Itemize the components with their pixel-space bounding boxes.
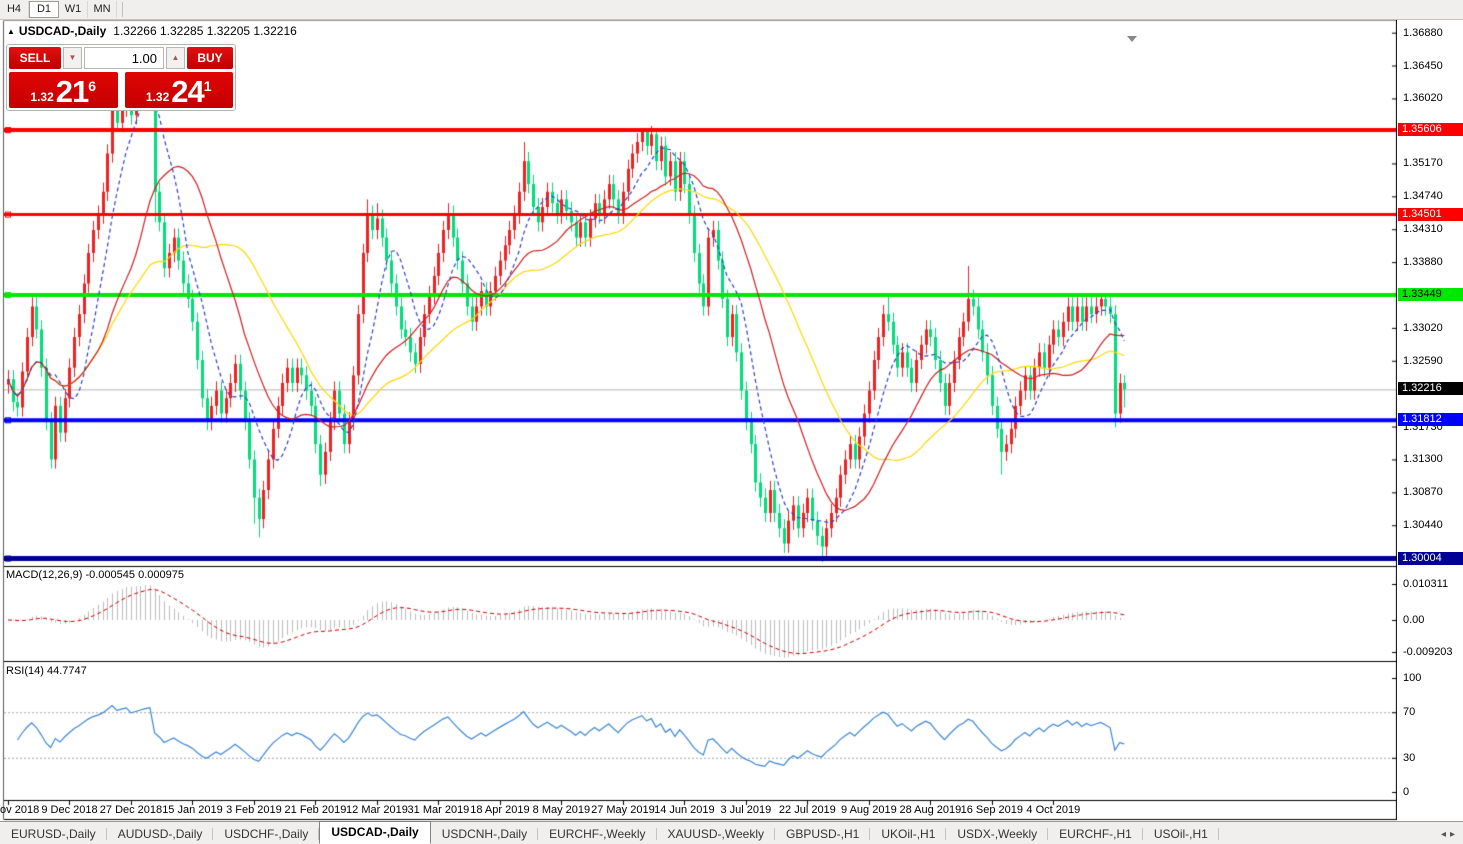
volume-input[interactable] xyxy=(84,47,164,69)
volume-decrease-button[interactable]: ▼ xyxy=(63,47,82,69)
date-axis-label: 20 Nov 2018 xyxy=(0,804,40,816)
buy-button[interactable]: BUY xyxy=(187,47,233,69)
rsi-axis-tick: 0 xyxy=(1403,786,1410,798)
triangle-up-icon: ▲ xyxy=(171,53,180,62)
date-axis-label: 15 Jan 2019 xyxy=(162,804,223,816)
collapse-arrow-icon[interactable]: ▲ xyxy=(7,27,15,36)
price-axis-tick: 1.36020 xyxy=(1403,92,1443,105)
timeframe-toolbar: H4 D1 W1 MN xyxy=(0,0,1463,20)
price-axis-tick: 1.31300 xyxy=(1403,453,1443,466)
date-axis-label: 9 Aug 2019 xyxy=(841,804,897,816)
price-axis-tick: 1.34740 xyxy=(1403,190,1443,203)
bid-big-digits: 21 xyxy=(55,74,89,109)
chart-symbol-label: USDCAD-,Daily xyxy=(18,24,107,38)
sell-button[interactable]: SELL xyxy=(9,47,61,69)
symbol-tab-bar: EURUSD-,Daily AUDUSD-,Daily USDCHF-,Daily U… xyxy=(0,821,1463,844)
bid-price-button[interactable]: 1.32 21 6 xyxy=(9,72,118,108)
triangle-down-icon: ▼ xyxy=(68,53,77,62)
date-axis-label: 3 Jul 2019 xyxy=(720,804,772,816)
chart-title: ▲ USDCAD-,Daily 1.32266 1.32285 1.32205 1.… xyxy=(7,24,297,38)
ask-prefix: 1.32 xyxy=(145,90,170,104)
symbol-tab-audusd-daily[interactable]: AUDUSD-,Daily xyxy=(107,824,214,844)
price-line-badge: 1.31812 xyxy=(1398,413,1463,427)
rsi-axis-tick: 70 xyxy=(1403,706,1416,719)
bid-prefix: 1.32 xyxy=(30,90,54,104)
chart-shift-marker-icon[interactable] xyxy=(1127,36,1138,42)
toolbar-divider xyxy=(122,2,123,17)
price-axis-tick: 1.33020 xyxy=(1403,321,1443,334)
timeframe-button-h4[interactable]: H4 xyxy=(0,1,29,18)
date-axis-label: 4 Oct 2019 xyxy=(1026,804,1081,816)
date-axis-label: 3 Feb 2019 xyxy=(226,804,282,816)
symbol-tab-usdx-weekly[interactable]: USDX-,Weekly xyxy=(946,824,1048,844)
date-axis-label: 12 Mar 2019 xyxy=(346,804,408,816)
symbol-tab-usoil-h1[interactable]: USOil-,H1 xyxy=(1143,824,1219,844)
date-axis-label: 27 May 2019 xyxy=(591,804,655,816)
date-axis-label: 14 Jun 2019 xyxy=(654,804,715,816)
volume-increase-button[interactable]: ▲ xyxy=(166,47,185,69)
price-axis-tick: 1.30440 xyxy=(1403,519,1443,532)
symbol-tab-xauusd-weekly[interactable]: XAUUSD-,Weekly xyxy=(657,824,776,844)
macd-axis-tick: -0.009203 xyxy=(1403,646,1453,658)
rsi-indicator-label: RSI(14) 44.7747 xyxy=(6,665,87,677)
macd-axis-tick: 0.010311 xyxy=(1403,578,1449,590)
price-line-badge: 1.35606 xyxy=(1398,123,1463,137)
date-axis-label: 31 Mar 2019 xyxy=(407,804,470,816)
price-line-badge: 1.34501 xyxy=(1398,207,1463,221)
price-axis-tick: 1.34310 xyxy=(1403,223,1443,236)
symbol-tab-gbpusd-h1[interactable]: GBPUSD-,H1 xyxy=(775,824,871,844)
ask-price-button[interactable]: 1.32 24 1 xyxy=(124,72,233,109)
symbol-tab-eurchf-weekly[interactable]: EURCHF-,Weekly xyxy=(538,824,657,844)
date-axis-label: 16 Sep 2019 xyxy=(960,804,1024,816)
symbol-tab-ukoil-h1[interactable]: UKOil-,H1 xyxy=(870,824,947,844)
date-axis-label: 9 Dec 2018 xyxy=(41,804,98,816)
chart-window: ▲ USDCAD-,Daily 1.32266 1.32285 1.32205 1.… xyxy=(0,20,1463,822)
price-axis-tick: 1.36450 xyxy=(1403,59,1443,72)
price-axis-tick: 1.36880 xyxy=(1403,26,1443,39)
rsi-axis-tick: 30 xyxy=(1403,751,1416,764)
rsi-axis-tick: 100 xyxy=(1403,672,1422,684)
price-axis-tick: 1.35170 xyxy=(1403,157,1443,170)
date-axis-label: 8 May 2019 xyxy=(532,804,591,816)
date-axis-label: 21 Feb 2019 xyxy=(284,804,347,816)
tabs-scroll-left-icon[interactable]: ◂ xyxy=(1441,829,1450,840)
order-panel: SELL ▼ ▲ BUY 1.32 21 6 1.32 24 1 xyxy=(6,44,236,111)
symbol-tab-eurchf-h1[interactable]: EURCHF-,H1 xyxy=(1048,824,1143,844)
date-axis-label: 28 Aug 2019 xyxy=(899,804,962,816)
price-axis-tick: 1.30870 xyxy=(1403,486,1443,499)
current-price-badge: 1.32216 xyxy=(1398,382,1463,396)
date-axis-label: 27 Dec 2018 xyxy=(99,804,163,816)
ask-big-digits: 24 xyxy=(171,74,204,109)
symbol-tab-usdcad-daily[interactable]: USDCAD-,Daily xyxy=(319,821,431,844)
tabs-scroll-right-icon[interactable]: ▸ xyxy=(1450,829,1459,840)
symbol-tab-eurusd-daily[interactable]: EURUSD-,Daily xyxy=(0,824,107,844)
date-axis-label: 18 Apr 2019 xyxy=(470,804,530,816)
chart-ohlc-values: 1.32266 1.32285 1.32205 1.32216 xyxy=(113,24,297,38)
date-axis-label: 22 Jul 2019 xyxy=(778,804,836,816)
symbol-tab-usdchf-daily[interactable]: USDCHF-,Daily xyxy=(213,824,320,844)
macd-axis-tick: 0.00 xyxy=(1403,614,1425,626)
timeframe-button-d1[interactable]: D1 xyxy=(29,1,59,18)
timeframe-button-w1[interactable]: W1 xyxy=(59,1,88,18)
timeframe-button-mn[interactable]: MN xyxy=(88,1,117,18)
price-axis-tick: 1.33880 xyxy=(1403,256,1443,269)
symbol-tab-usdcnh-daily[interactable]: USDCNH-,Daily xyxy=(431,824,539,844)
macd-indicator-label: MACD(12,26,9) -0.000545 0.000975 xyxy=(6,569,184,581)
price-line-badge: 1.33449 xyxy=(1398,288,1463,302)
bid-pipette: 6 xyxy=(88,78,97,94)
price-chart-canvas[interactable] xyxy=(0,20,1397,822)
price-line-badge: 1.30004 xyxy=(1398,551,1463,565)
price-axis-tick: 1.32590 xyxy=(1403,354,1443,367)
ask-pipette: 1 xyxy=(203,78,212,94)
